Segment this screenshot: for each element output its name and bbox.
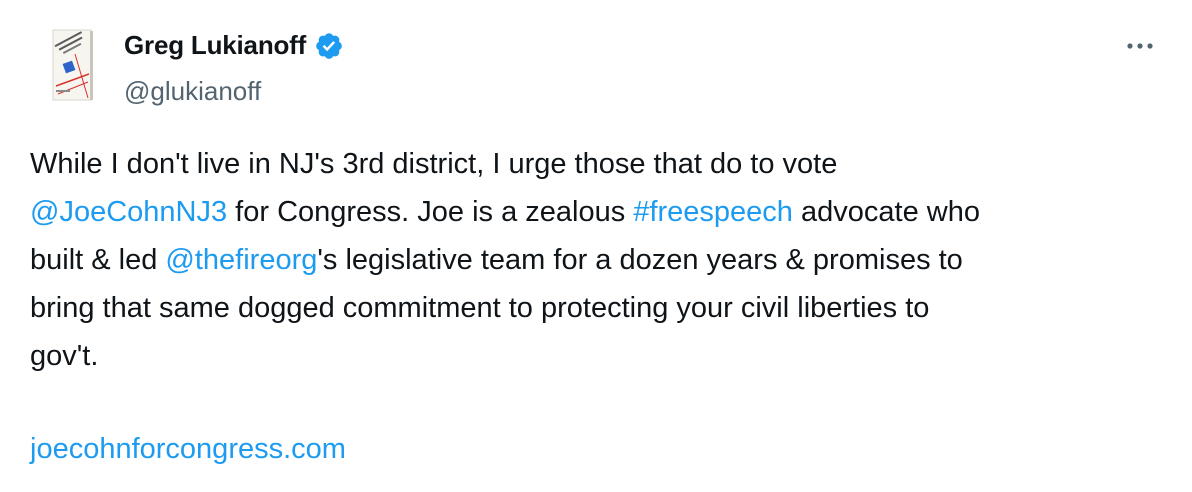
external-url-link[interactable]: joecohnforcongress.com — [30, 433, 346, 465]
author-name-row: Greg Lukianoff — [124, 30, 344, 61]
tweet-line: @JoeCohnNJ3 for Congress. Joe is a zealo… — [30, 188, 1170, 236]
tweet-text-segment: bring that same dogged commitment to pro… — [30, 292, 930, 324]
more-options-button[interactable] — [1120, 34, 1160, 58]
tweet-line: While I don't live in NJ's 3rd district,… — [30, 140, 1170, 188]
tweet-text-segment: for Congress. Joe is a zealous — [227, 196, 634, 228]
tweet-line: built & led @thefireorg's legislative te… — [30, 236, 1170, 284]
tweet-line: bring that same dogged commitment to pro… — [30, 284, 1170, 332]
tweet-text-segment: built & led — [30, 244, 166, 276]
author-handle[interactable]: @glukianoff — [124, 76, 261, 107]
verified-badge-icon — [316, 32, 342, 59]
tweet-card: Greg Lukianoff @glukianoff While I don't… — [0, 0, 1192, 492]
avatar[interactable] — [34, 24, 112, 104]
hashtag-link-freespeech[interactable]: #freespeech — [633, 196, 793, 228]
tweet-text-segment: advocate who — [792, 196, 980, 228]
mention-link-joecohnnj3[interactable]: @JoeCohnNJ3 — [30, 196, 227, 228]
author-display-name[interactable]: Greg Lukianoff — [124, 30, 306, 61]
tweet-text: While I don't live in NJ's 3rd district,… — [30, 140, 1170, 380]
tweet-text-segment: gov't. — [30, 340, 99, 372]
tweet-line: gov't. — [30, 332, 1170, 380]
tweet-text-segment: While I don't live in NJ's 3rd district,… — [30, 148, 838, 180]
tweet-text-segment: 's legislative team for a dozen years & … — [317, 244, 963, 276]
mention-link-thefireorg[interactable]: @thefireorg — [165, 244, 317, 276]
tweet-url-row: joecohnforcongress.com — [30, 425, 346, 473]
more-icon — [1127, 43, 1153, 49]
book-cover-avatar — [34, 24, 112, 104]
